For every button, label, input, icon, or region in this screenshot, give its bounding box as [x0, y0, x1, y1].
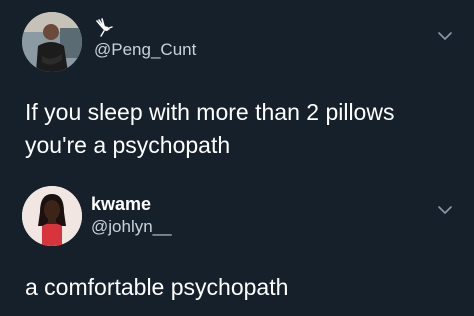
- display-name[interactable]: kwame: [91, 194, 151, 215]
- avatar-photo: [22, 12, 82, 72]
- chevron-down-icon[interactable]: [438, 28, 452, 40]
- tweet[interactable]: @Peng_Cunt If you sleep with more than 2…: [0, 0, 474, 180]
- avatar[interactable]: [22, 12, 82, 72]
- user-handle[interactable]: @Peng_Cunt: [94, 40, 196, 60]
- tweet[interactable]: kwame @johlyn__ a comfortable psychopath: [0, 180, 474, 316]
- tweet-text: a comfortable psychopath: [25, 274, 289, 300]
- dove-icon: [94, 18, 114, 38]
- user-handle[interactable]: @johlyn__: [91, 217, 172, 237]
- tweet-text-line: you're a psychopath: [25, 132, 231, 158]
- avatar-photo: [22, 186, 82, 246]
- chevron-down-icon[interactable]: [438, 202, 452, 214]
- avatar[interactable]: [22, 186, 82, 246]
- tweet-text: If you sleep with more than 2 pillows yo…: [25, 96, 455, 162]
- tweet-text-line: If you sleep with more than 2 pillows: [25, 99, 395, 125]
